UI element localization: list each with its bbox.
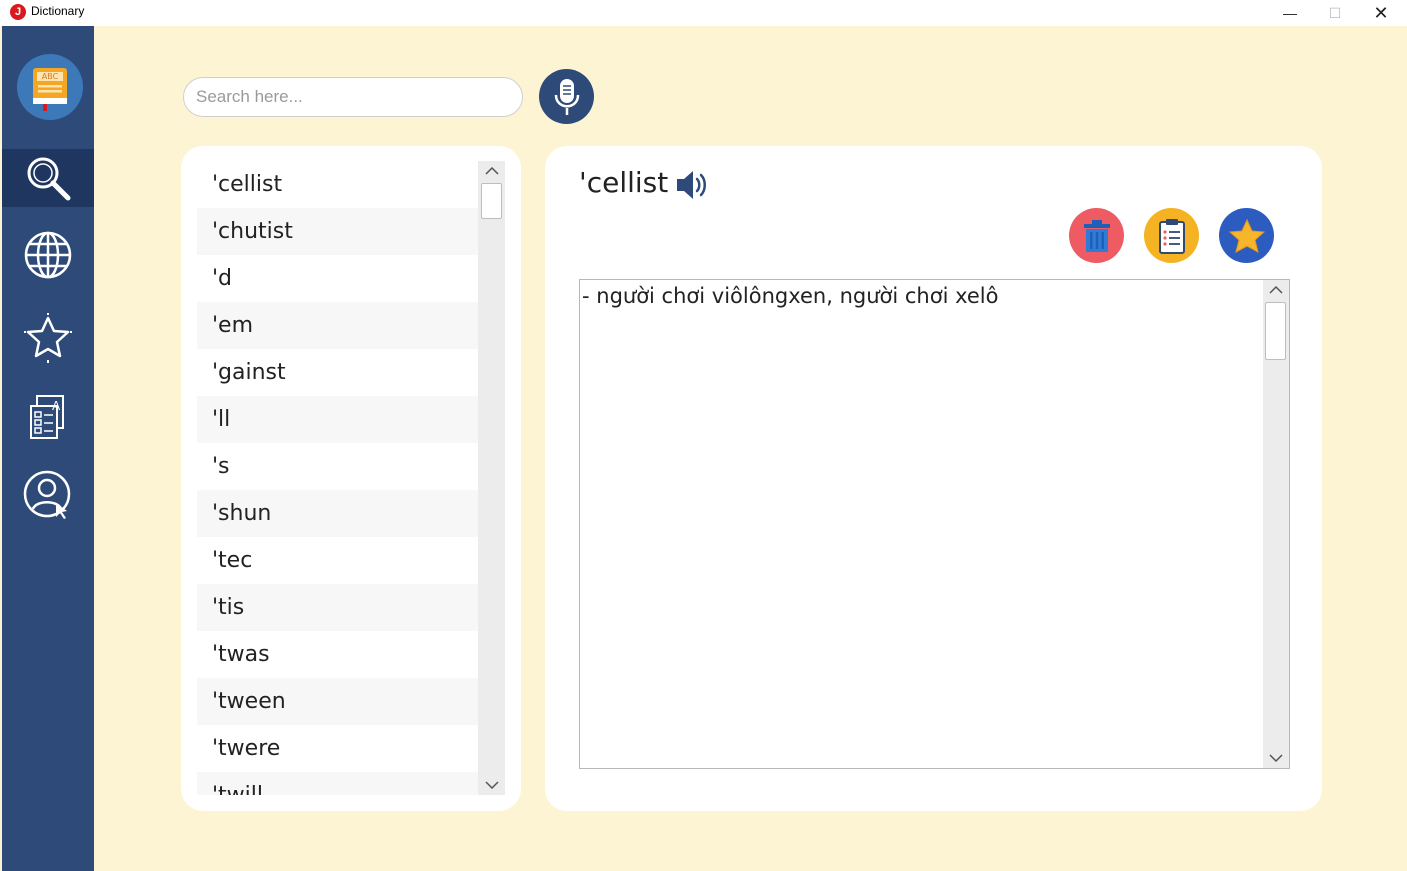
list-item[interactable]: 'shun: [197, 490, 478, 537]
scroll-thumb[interactable]: [481, 183, 502, 219]
app-icon: J: [10, 4, 26, 20]
meaning-scrollbar[interactable]: [1263, 280, 1289, 768]
list-item[interactable]: 'tween: [197, 678, 478, 725]
star-icon: [24, 313, 72, 363]
word-detail-panel: 'cellist - người chơi viôlôngxen, người …: [545, 146, 1322, 811]
list-item[interactable]: 'gainst: [197, 349, 478, 396]
word-list-panel: 'cellist 'chutist 'd 'em 'gainst 'll 's …: [181, 146, 521, 811]
selected-word-title: 'cellist: [579, 166, 669, 199]
minimize-button[interactable]: —: [1267, 0, 1313, 26]
word-list-scrollbar[interactable]: [478, 161, 505, 795]
trash-icon: [1083, 219, 1110, 252]
list-item[interactable]: 'tis: [197, 584, 478, 631]
svg-text:ABC: ABC: [42, 72, 59, 81]
nav-translate[interactable]: [2, 226, 94, 284]
document-icon: A: [30, 395, 64, 439]
microphone-icon: [554, 78, 579, 115]
globe-icon: [24, 231, 72, 279]
edit-button[interactable]: [1144, 208, 1199, 263]
nav-search[interactable]: [2, 149, 94, 207]
voice-search-button[interactable]: [539, 69, 594, 124]
maximize-button[interactable]: ☐: [1312, 0, 1358, 26]
list-item[interactable]: 'cellist: [197, 161, 478, 208]
word-list[interactable]: 'cellist 'chutist 'd 'em 'gainst 'll 's …: [197, 161, 478, 795]
scroll-up-button[interactable]: [1263, 280, 1289, 300]
list-item[interactable]: 'twere: [197, 725, 478, 772]
dictionary-logo-icon: ABC: [17, 54, 83, 120]
list-item[interactable]: 'll: [197, 396, 478, 443]
scroll-down-button[interactable]: [478, 775, 505, 795]
svg-text:A: A: [52, 399, 61, 413]
list-item[interactable]: 's: [197, 443, 478, 490]
nav-documents[interactable]: A: [2, 388, 94, 446]
chevron-up-icon: [1269, 286, 1283, 294]
nav-favorites[interactable]: [2, 309, 94, 367]
favorite-button[interactable]: [1219, 208, 1274, 263]
list-item[interactable]: 'em: [197, 302, 478, 349]
list-item[interactable]: 'chutist: [197, 208, 478, 255]
meaning-textarea[interactable]: - người chơi viôlôngxen, người chơi xelô: [579, 279, 1290, 769]
nav-account[interactable]: [2, 466, 94, 524]
pronounce-button[interactable]: [675, 169, 711, 201]
list-item[interactable]: 'd: [197, 255, 478, 302]
chevron-up-icon: [484, 167, 499, 175]
scroll-down-button[interactable]: [1263, 748, 1289, 768]
delete-button[interactable]: [1069, 208, 1124, 263]
sidebar: ABC A: [2, 26, 94, 871]
chevron-down-icon: [1269, 754, 1283, 762]
user-icon: [23, 470, 71, 519]
search-icon: [27, 157, 71, 201]
scroll-up-button[interactable]: [478, 161, 505, 181]
search-input[interactable]: [183, 77, 523, 117]
clipboard-icon: [1158, 218, 1185, 254]
close-button[interactable]: ✕: [1358, 0, 1404, 26]
chevron-down-icon: [484, 781, 499, 789]
speaker-icon: [677, 171, 706, 199]
list-item[interactable]: 'twas: [197, 631, 478, 678]
star-icon: [1228, 218, 1265, 253]
list-item[interactable]: 'tec: [197, 537, 478, 584]
window-title: Dictionary: [31, 4, 85, 18]
list-item[interactable]: 'twill: [197, 772, 478, 795]
scroll-thumb[interactable]: [1265, 302, 1286, 360]
meaning-text: - người chơi viôlôngxen, người chơi xelô: [582, 284, 999, 308]
title-bar: J Dictionary — ☐ ✕: [0, 0, 1407, 26]
